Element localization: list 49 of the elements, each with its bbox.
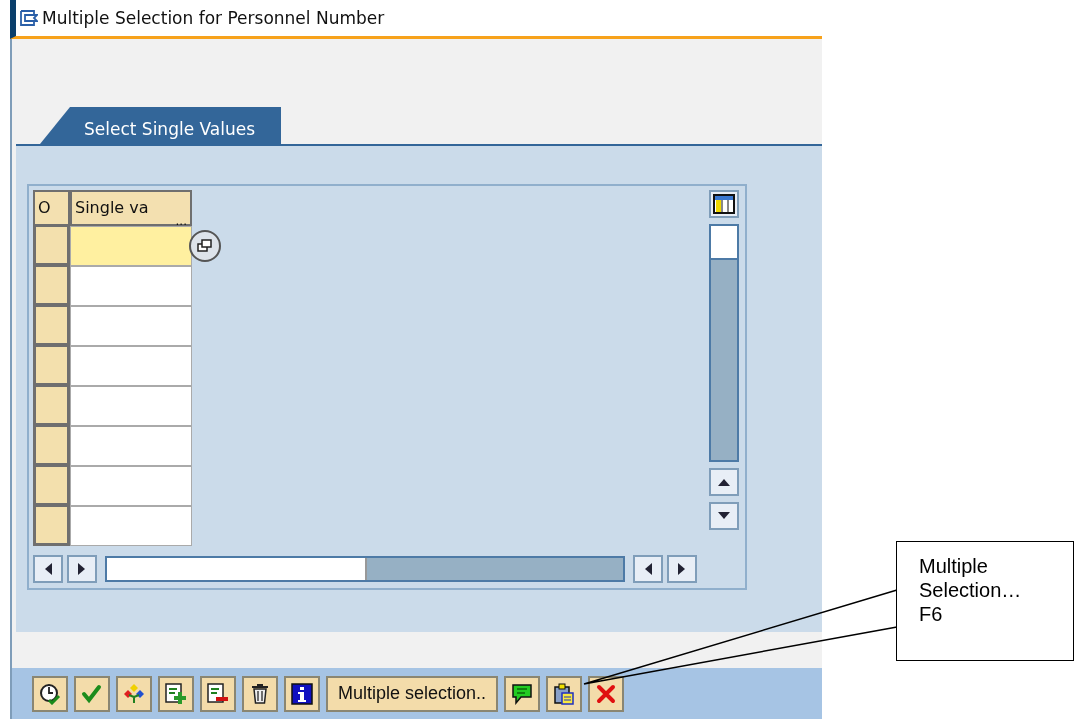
scroll-right-button[interactable] [67,555,97,583]
input-field[interactable] [70,426,192,466]
scroll-left-button[interactable] [633,555,663,583]
add-rows-icon[interactable] [158,675,194,712]
paste-icon[interactable] [546,675,583,712]
input-field[interactable] [70,346,192,386]
input-field[interactable] [70,506,192,546]
comment-icon[interactable] [504,675,541,712]
row-selector[interactable] [33,506,70,546]
scroll-right-button[interactable] [667,555,697,583]
value-help-icon[interactable] [188,229,222,263]
tab[interactable]: Select Single Values [40,107,282,144]
scroll-down-button[interactable] [709,502,739,530]
multiple-selection-button[interactable]: Multiple selection.. [326,675,499,712]
window-title: Multiple Selection for Personnel Number [42,8,385,28]
down-triangle-icon [718,512,730,520]
input-field[interactable] [70,466,192,506]
right-triangle-icon [678,563,686,575]
right-triangle-icon [78,563,86,575]
row-selector[interactable] [33,386,70,426]
window-icon [20,10,38,26]
cancel-icon[interactable] [588,675,625,712]
trash-icon[interactable] [242,675,278,712]
left-triangle-icon [44,563,52,575]
scroll-left-button[interactable] [33,555,63,583]
row-selector[interactable] [33,426,70,466]
column-header[interactable]: O [33,190,70,226]
history-icon[interactable] [32,675,68,712]
info-icon[interactable] [284,675,320,712]
input-field[interactable] [70,306,192,346]
row-selector[interactable] [33,346,70,386]
row-selector[interactable] [33,266,70,306]
scroll-up-button[interactable] [709,468,739,496]
up-triangle-icon [718,478,730,486]
left-triangle-icon [644,563,652,575]
diamonds-icon[interactable] [116,675,152,712]
input-field[interactable] [70,386,192,426]
callout-note: Multiple Selection… F6 [896,541,1074,661]
column-header[interactable]: Single va ... [70,190,192,226]
check-icon[interactable] [74,675,110,712]
row-selector[interactable] [33,306,70,346]
input-field[interactable] [70,226,192,266]
delete-rows-icon[interactable] [200,675,236,712]
horizontal-scrollbar[interactable] [105,556,625,582]
column-settings-icon[interactable] [709,190,739,218]
row-selector[interactable] [33,226,70,266]
row-selector[interactable] [33,466,70,506]
vertical-scrollbar[interactable] [709,224,739,462]
input-field[interactable] [70,266,192,306]
